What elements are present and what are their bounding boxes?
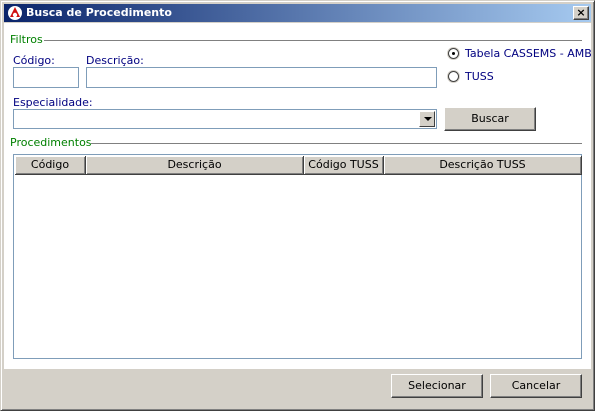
descricao-label: Descrição: [86,54,144,67]
filtros-section-label: Filtros [10,33,43,46]
dialog-client-area: Filtros Código: Descrição: Tabela CASSEM… [4,23,592,369]
radio-circle-icon [448,48,459,59]
radio-tabela-cassems-label: Tabela CASSEMS - AMB [465,47,592,60]
filtros-divider [44,40,582,42]
column-header-codigo-tuss[interactable]: Código TUSS [304,156,384,175]
procedimentos-divider [91,143,582,145]
buscar-button[interactable]: Buscar [444,107,536,131]
procedimentos-section-label: Procedimentos [10,136,92,149]
close-icon: × [576,6,586,19]
dialog-window: Busca de Procedimento × Filtros Código: … [0,0,595,411]
window-title: Busca de Procedimento [26,6,172,19]
especialidade-dropdown-button[interactable] [419,111,435,127]
procedimentos-table[interactable]: Código Descrição Código TUSS Descrição T… [13,154,582,359]
especialidade-label: Especialidade: [13,96,93,109]
app-logo-icon [8,6,22,20]
column-header-descricao-tuss[interactable]: Descrição TUSS [384,156,582,175]
title-bar[interactable]: Busca de Procedimento × [4,4,591,22]
dialog-button-bar: Selecionar Cancelar [4,369,591,409]
especialidade-select[interactable] [13,109,437,129]
selecionar-button[interactable]: Selecionar [391,374,483,398]
close-button[interactable]: × [573,6,589,20]
cancelar-button[interactable]: Cancelar [490,374,582,398]
column-header-descricao[interactable]: Descrição [86,156,304,175]
chevron-down-icon [424,117,432,121]
radio-tuss-label: TUSS [465,70,494,83]
codigo-label: Código: [13,54,55,67]
radio-circle-icon [448,71,459,82]
codigo-input[interactable] [13,67,79,88]
descricao-input[interactable] [86,67,437,88]
column-header-codigo[interactable]: Código [15,156,86,175]
radio-selected-dot [452,52,455,55]
